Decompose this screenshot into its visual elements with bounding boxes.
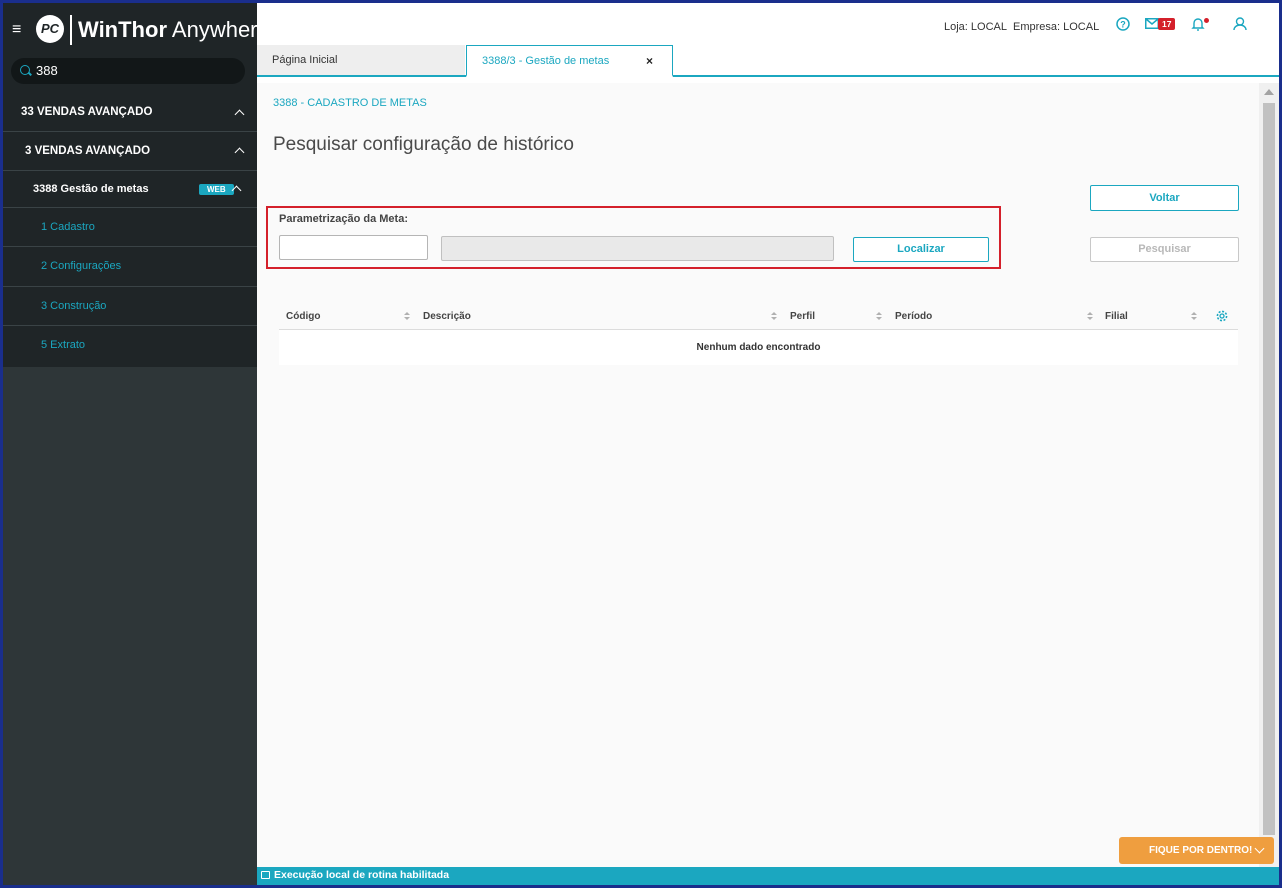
meta-description-field: [441, 236, 834, 261]
tab-label: Página Inicial: [272, 54, 338, 66]
mail-count-badge: 17: [1158, 18, 1176, 30]
localizar-button[interactable]: Localizar: [853, 237, 989, 262]
sidebar-item-cadastro[interactable]: 1 Cadastro: [3, 207, 257, 246]
scroll-up-arrow-icon[interactable]: [1264, 89, 1274, 95]
sidebar-item-label: 2 Configurações: [41, 260, 122, 272]
status-text: Execução local de rotina habilitada: [274, 869, 450, 881]
logo-divider: [70, 15, 72, 45]
sort-icon[interactable]: [1087, 311, 1093, 321]
sidebar-item-label: 1 Cadastro: [41, 221, 95, 233]
sort-icon[interactable]: [1191, 311, 1197, 321]
col-header-filial[interactable]: Filial: [1105, 311, 1128, 322]
search-input[interactable]: 388: [36, 63, 58, 78]
hamburger-menu-icon[interactable]: ≡: [12, 21, 21, 39]
bell-icon[interactable]: [1191, 17, 1205, 31]
app-brand: WinThor Anywhere: [78, 17, 270, 43]
tab-gestao-metas[interactable]: 3388/3 - Gestão de metas ×: [466, 45, 673, 77]
scrollbar-thumb[interactable]: [1263, 103, 1275, 835]
sidebar: ≡ PC WinThor Anywhere 388 33 VENDAS AVAN…: [3, 3, 270, 885]
sidebar-group-label: 3 VENDAS AVANÇADO: [25, 145, 151, 157]
voltar-button[interactable]: Voltar: [1090, 185, 1239, 211]
col-header-periodo[interactable]: Período: [895, 311, 932, 322]
status-bar: Execução local de rotina habilitada: [257, 867, 1279, 885]
chevron-up-icon: [234, 109, 245, 120]
pesquisar-button[interactable]: Pesquisar: [1090, 237, 1239, 262]
brand-bold: WinThor: [78, 17, 167, 42]
help-icon[interactable]: ?: [1116, 17, 1130, 31]
breadcrumb: 3388 - CADASTRO DE METAS: [273, 97, 427, 109]
user-icon[interactable]: [1233, 17, 1247, 31]
svg-text:?: ?: [1120, 20, 1126, 30]
search-icon: [20, 65, 30, 75]
brand-light: Anywhere: [171, 17, 270, 42]
mail-icon[interactable]: [1145, 18, 1159, 29]
col-header-perfil[interactable]: Perfil: [790, 311, 815, 322]
sidebar-group-33[interactable]: 33 VENDAS AVANÇADO: [3, 96, 257, 132]
sidebar-group-3[interactable]: 3 VENDAS AVANÇADO: [3, 133, 257, 171]
sidebar-item-configuracoes[interactable]: 2 Configurações: [3, 246, 257, 285]
sidebar-item-label: 3 Construção: [41, 300, 107, 312]
sidebar-group-label: 33 VENDAS AVANÇADO: [21, 106, 153, 118]
pc-logo: PC: [36, 15, 64, 43]
fique-por-dentro-button[interactable]: FIQUE POR DENTRO!: [1119, 837, 1274, 864]
close-tab-icon[interactable]: ×: [646, 54, 653, 68]
main-content: 3388 - CADASTRO DE METAS Pesquisar confi…: [257, 83, 1259, 867]
web-badge: WEB: [199, 184, 234, 195]
chevron-up-icon: [234, 147, 245, 158]
loja-label: Loja: LOCAL: [944, 21, 1007, 33]
local-execution-icon: [261, 871, 270, 879]
empresa-label: Empresa: LOCAL: [1013, 21, 1100, 33]
sort-icon[interactable]: [876, 311, 882, 321]
sidebar-item-extrato[interactable]: 5 Extrato: [3, 325, 257, 364]
top-header: Loja: LOCAL Empresa: LOCAL ? 17: [257, 3, 1279, 45]
app-window: ≡ PC WinThor Anywhere 388 33 VENDAS AVAN…: [3, 3, 1279, 885]
sidebar-routine-label: 3388 Gestão de metas: [33, 183, 149, 195]
fique-label: FIQUE POR DENTRO!: [1149, 845, 1253, 856]
chevron-down-icon: [1254, 843, 1265, 854]
page-title: Pesquisar configuração de histórico: [273, 134, 575, 155]
sidebar-item-construcao[interactable]: 3 Construção: [3, 286, 257, 325]
sort-icon[interactable]: [771, 311, 777, 321]
vertical-scrollbar[interactable]: [1259, 83, 1279, 867]
sidebar-item-label: 5 Extrato: [41, 339, 86, 351]
col-header-codigo[interactable]: Código: [286, 311, 320, 322]
tab-pagina-inicial[interactable]: Página Inicial: [257, 45, 465, 75]
sidebar-routine-3388[interactable]: 3388 Gestão de metas WEB: [3, 172, 257, 208]
param-label: Parametrização da Meta:: [279, 213, 408, 225]
meta-code-input[interactable]: [279, 235, 428, 260]
menu-search[interactable]: 388: [11, 58, 245, 84]
col-header-descricao[interactable]: Descrição: [423, 311, 471, 322]
tab-bar: Página Inicial 3388/3 - Gestão de metas …: [257, 45, 1279, 77]
table-header: Código Descrição Perfil Período Filial: [279, 303, 1238, 330]
sort-icon[interactable]: [404, 311, 410, 321]
notification-dot: [1204, 18, 1209, 23]
settings-gear-icon[interactable]: [1216, 310, 1228, 322]
table-body: Nenhum dado encontrado: [279, 330, 1238, 365]
tab-label: 3388/3 - Gestão de metas: [482, 55, 610, 67]
empty-message: Nenhum dado encontrado: [696, 342, 821, 353]
